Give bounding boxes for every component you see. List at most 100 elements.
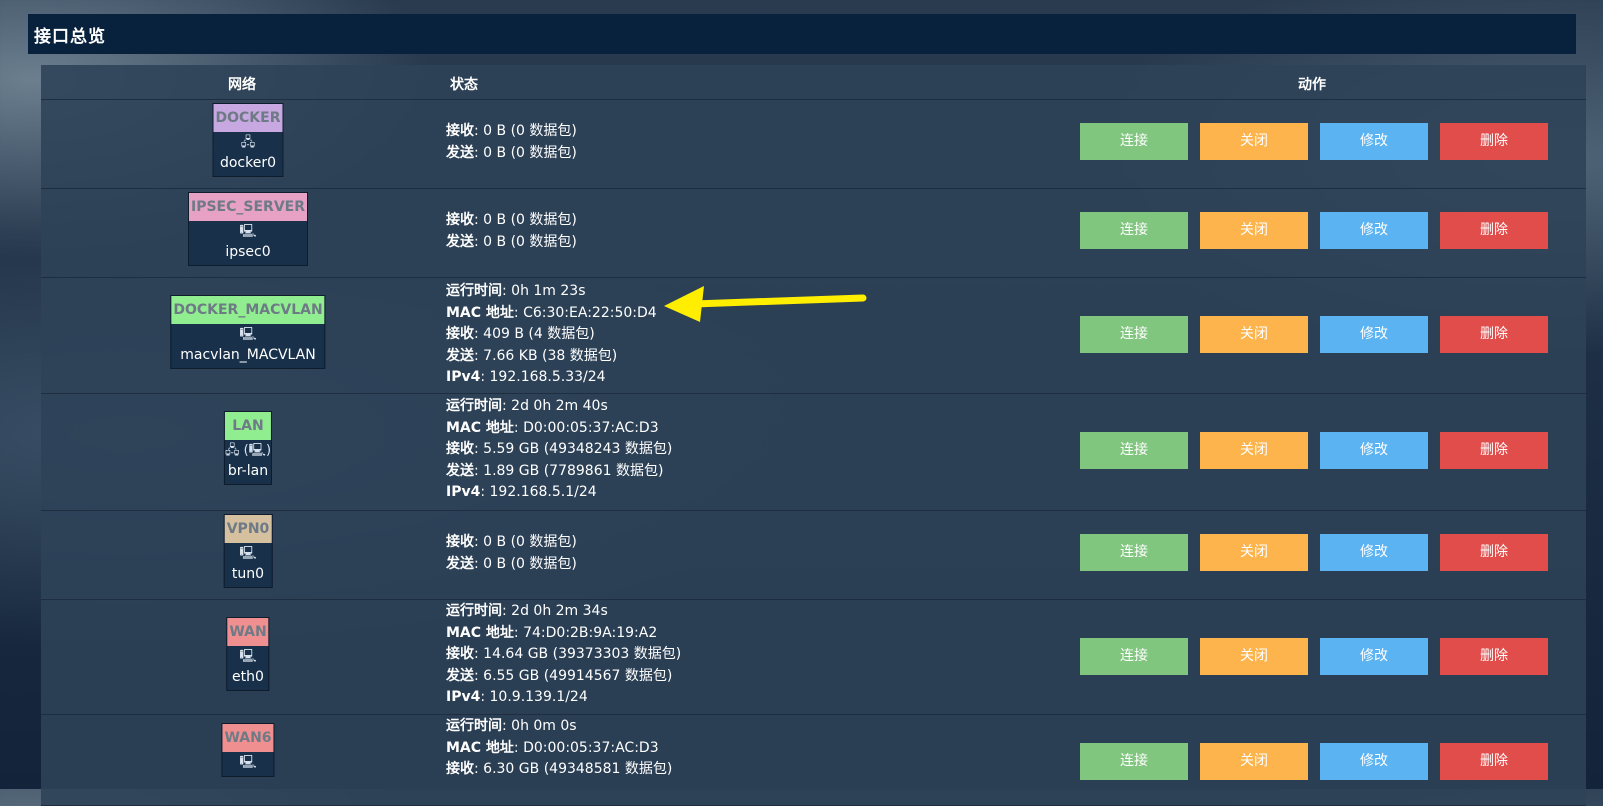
interface-name: DOCKER <box>213 104 283 132</box>
interface-name: IPSEC_SERVER <box>189 193 307 221</box>
header-network: 网络 <box>228 77 256 93</box>
status-mac: MAC 地址: 74:D0:2B:9A:19:A2 <box>446 624 658 641</box>
edit-button[interactable]: 修改 <box>1320 212 1428 249</box>
status-mac-value: D0:00:05:37:AC:D3 <box>523 739 659 756</box>
status-uptime-label: 运行时间 <box>446 283 502 299</box>
status-mac-label: MAC 地址 <box>446 739 514 756</box>
status-mac-value: C6:30:EA:22:50:D4 <box>523 304 657 321</box>
status-tx: 发送: 0 B (0 数据包) <box>446 555 577 572</box>
interface-device: docker0 <box>219 155 277 171</box>
delete-button[interactable]: 删除 <box>1440 432 1548 469</box>
edit-button[interactable]: 修改 <box>1320 316 1428 353</box>
connect-button[interactable]: 连接 <box>1080 638 1188 675</box>
status-ipv4-value: 10.9.139.1/24 <box>489 689 588 706</box>
interface-badge[interactable]: IPSEC_SERVER 🖳 ipsec0 <box>188 192 308 266</box>
bridge-icon: 🖧 <box>240 135 256 150</box>
status-mac: MAC 地址: D0:00:05:37:AC:D3 <box>446 739 659 756</box>
status-tx-value: 0 B (0 数据包) <box>483 555 577 572</box>
arrow-shaft <box>690 294 867 308</box>
connect-button[interactable]: 连接 <box>1080 743 1188 780</box>
delete-button[interactable]: 删除 <box>1440 212 1548 249</box>
table-row: WAN6 🖳 运行时间: 0h 0m 0s MAC 地址: D0:00:05:37:A… <box>41 715 1586 806</box>
status-tx: 发送: 7.66 KB (38 数据包) <box>446 347 618 364</box>
status-ipv4-value: 192.168.5.1/24 <box>489 484 597 501</box>
status-info: 接收: 0 B (0 数据包) 发送: 0 B (0 数据包) <box>446 532 577 575</box>
connect-button[interactable]: 连接 <box>1080 212 1188 249</box>
status-rx: 接收: 0 B (0 数据包) <box>446 123 577 139</box>
interface-badge[interactable]: VPN0 🖳 tun0 <box>223 514 273 588</box>
status-rx-value: 0 B (0 数据包) <box>483 212 577 228</box>
status-tx-value: 0 B (0 数据包) <box>483 144 577 161</box>
edit-button[interactable]: 修改 <box>1320 743 1428 780</box>
status-uptime-value: 2d 0h 2m 34s <box>511 603 608 619</box>
stop-button[interactable]: 关闭 <box>1200 638 1308 675</box>
status-rx: 接收: 6.30 GB (49348581 数据包) <box>446 761 673 778</box>
stop-button[interactable]: 关闭 <box>1200 123 1308 160</box>
connect-button[interactable]: 连接 <box>1080 316 1188 353</box>
interface-device: eth0 <box>232 669 264 685</box>
connect-button[interactable]: 连接 <box>1080 432 1188 469</box>
status-rx-value: 6.30 GB (49348581 数据包) <box>483 761 673 778</box>
edit-button[interactable]: 修改 <box>1320 534 1428 571</box>
interface-device <box>222 773 273 776</box>
status-rx-label: 接收 <box>446 326 474 343</box>
edit-button[interactable]: 修改 <box>1320 123 1428 160</box>
status-info: 接收: 0 B (0 数据包) 发送: 0 B (0 数据包) <box>446 121 577 164</box>
status-rx: 接收: 0 B (0 数据包) <box>446 212 577 228</box>
table-row: IPSEC_SERVER 🖳 ipsec0 接收: 0 B (0 数据包) 发送: 0 … <box>41 189 1586 278</box>
interface-badge[interactable]: DOCKER_MACVLAN 🖳 macvlan_MACVLAN <box>170 295 326 369</box>
interface-table: 网络 状态 动作 DOCKER 🖧 docker0 接收: 0 B (0 数据包) 发送… <box>41 65 1586 806</box>
arrow-annotation-icon <box>664 286 867 322</box>
connect-button[interactable]: 连接 <box>1080 534 1188 571</box>
delete-button[interactable]: 删除 <box>1440 743 1548 780</box>
status-uptime-value: 0h 0m 0s <box>511 718 577 734</box>
interface-name: WAN6 <box>222 724 274 752</box>
stop-button[interactable]: 关闭 <box>1200 534 1308 571</box>
status-tx-label: 发送 <box>446 462 474 479</box>
interface-name: WAN <box>227 618 269 646</box>
status-rx-value: 409 B (4 数据包) <box>483 326 595 343</box>
status-tx: 发送: 6.55 GB (49914567 数据包) <box>446 667 673 684</box>
ethernet-icon: 🖳 <box>239 546 257 561</box>
status-rx-label: 接收 <box>446 646 474 663</box>
status-info: 接收: 0 B (0 数据包) 发送: 0 B (0 数据包) <box>446 210 577 253</box>
interface-device: ipsec0 <box>225 244 271 260</box>
delete-button[interactable]: 删除 <box>1440 123 1548 160</box>
ethernet-icon: 🖳 <box>239 224 257 239</box>
interface-device: macvlan_MACVLAN <box>180 347 316 363</box>
status-tx-label: 发送 <box>446 555 474 572</box>
status-uptime-label: 运行时间 <box>446 398 502 414</box>
table-row: LAN 🖧 (🖳) br-lan 运行时间: 2d 0h 2m 40s MAC 地址: … <box>41 394 1586 511</box>
status-uptime: 运行时间: 0h 1m 23s <box>446 283 586 299</box>
delete-button[interactable]: 删除 <box>1440 316 1548 353</box>
connect-button[interactable]: 连接 <box>1080 123 1188 160</box>
table-row: DOCKER 🖧 docker0 接收: 0 B (0 数据包) 发送: 0 B (0 … <box>41 100 1586 189</box>
edit-button[interactable]: 修改 <box>1320 432 1428 469</box>
delete-button[interactable]: 删除 <box>1440 638 1548 675</box>
status-tx-value: 6.55 GB (49914567 数据包) <box>483 667 673 684</box>
stop-button[interactable]: 关闭 <box>1200 212 1308 249</box>
interface-badge[interactable]: WAN 🖳 eth0 <box>226 617 270 691</box>
interface-device: br-lan <box>227 463 269 479</box>
status-info: 运行时间: 0h 0m 0s MAC 地址: D0:00:05:37:AC:D3 接… <box>446 716 672 781</box>
status-uptime-value: 0h 1m 23s <box>511 283 586 299</box>
status-rx-label: 接收 <box>446 441 474 458</box>
status-uptime-label: 运行时间 <box>446 718 502 734</box>
interface-badge[interactable]: WAN6 🖳 <box>221 723 275 777</box>
status-rx-label: 接收 <box>446 212 474 228</box>
status-rx: 接收: 0 B (0 数据包) <box>446 534 577 550</box>
interface-badge[interactable]: LAN 🖧 (🖳) br-lan <box>223 411 273 485</box>
status-tx-label: 发送 <box>446 347 474 364</box>
status-uptime-label: 运行时间 <box>446 603 502 619</box>
interface-badge[interactable]: DOCKER 🖧 docker0 <box>212 103 284 177</box>
ethernet-icon: 🖳 <box>239 327 257 342</box>
status-tx-label: 发送 <box>446 144 474 161</box>
stop-button[interactable]: 关闭 <box>1200 743 1308 780</box>
stop-button[interactable]: 关闭 <box>1200 432 1308 469</box>
status-rx: 接收: 409 B (4 数据包) <box>446 326 595 343</box>
stop-button[interactable]: 关闭 <box>1200 316 1308 353</box>
delete-button[interactable]: 删除 <box>1440 534 1548 571</box>
edit-button[interactable]: 修改 <box>1320 638 1428 675</box>
status-rx-label: 接收 <box>446 761 474 778</box>
status-mac: MAC 地址: C6:30:EA:22:50:D4 <box>446 304 657 321</box>
